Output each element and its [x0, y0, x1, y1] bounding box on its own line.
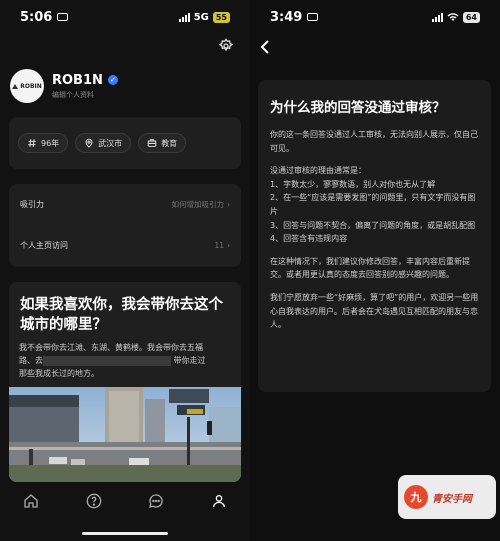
tag-age-label: 96年	[41, 138, 60, 148]
redacted-block	[43, 355, 171, 366]
answer-question-title: 如果我喜欢你，我会带你去这个城市的哪里？	[20, 296, 223, 333]
answer-line-start: 路、去	[19, 356, 43, 365]
reason-item: 1、字数太少，寥寥数语，别人对你也无从了解	[270, 179, 436, 189]
status-bar: 5:06 5G 55	[0, 0, 250, 34]
answer-card[interactable]: 如果我喜欢你，我会带你去这个城市的哪里？ 我不会带你去江滩、东湖、黄鹤楼。我会带…	[9, 282, 241, 482]
network-type: 5G	[193, 11, 209, 23]
reason-item: 2、在一些“应该是需要发图”的问题里，只有文字而没有图片	[270, 193, 476, 216]
chevron-right-icon: ›	[227, 241, 230, 250]
menu-item-label: 吸引力	[20, 200, 44, 209]
avatar-logo-icon	[12, 83, 19, 89]
notice-closing: 我们宁愿放弃一些“好麻烦，算了吧”的用户，欢迎另一些用心自我表达的用户。后者会在…	[270, 292, 479, 330]
notice-advice: 在这种情况下，我们建议你修改回答，丰富内容后重新提交。或者用更认真的态度去回答别…	[270, 256, 470, 280]
edit-profile-link[interactable]: 编辑个人资料	[52, 90, 118, 100]
status-icons: 64	[431, 11, 480, 23]
menu-item-value: 11 ›	[214, 241, 230, 250]
battery-icon: 64	[462, 11, 480, 23]
city-photo	[9, 387, 241, 482]
tag-job-label: 教育	[161, 138, 178, 148]
notice-intro: 你的这一条回答没通过人工审核，无法向别人展示，仅自己可见。	[270, 130, 478, 153]
site-watermark: 九 青安手网	[398, 475, 496, 519]
answer-line-end: 带你走过	[173, 356, 206, 365]
settings-gear-icon[interactable]	[218, 38, 234, 54]
menu-item-attraction[interactable]: 吸引力 如何增加吸引力 ›	[9, 184, 241, 225]
briefcase-icon	[147, 139, 157, 147]
review-notice-screen: 3:49 64 为什么我的回答没通过审核？ 你的这一条回答没通过人工审核，无法向…	[250, 0, 500, 541]
hashtag-icon	[28, 139, 36, 147]
status-time-group: 3:49	[270, 9, 319, 25]
menu-item-label: 个人主页访问	[20, 241, 68, 250]
notice-title: 为什么我的回答没通过审核？	[270, 100, 446, 116]
battery-icon: 55	[212, 11, 230, 23]
status-time: 3:49	[270, 9, 303, 25]
verified-check-icon: ✓	[107, 75, 118, 85]
tag-age: 96年	[18, 133, 69, 153]
signal-icon	[178, 12, 190, 22]
visit-count: 11	[214, 241, 224, 250]
back-arrow-icon[interactable]	[258, 38, 272, 56]
answer-line: 路、去 带你走过	[19, 354, 231, 367]
watermark-text: 青安手网	[432, 493, 472, 505]
avatar[interactable]: ROBIN	[10, 69, 44, 103]
status-icons: 5G 55	[178, 11, 230, 23]
reason-item: 3、回答与问题不契合，偏离了问题的角度，或是胡乱配图	[270, 220, 476, 230]
profile-screen: 5:06 5G 55 ROBIN ROB1N ✓ 编辑个人资料 96年 武汉市 …	[0, 0, 250, 541]
signal-icon	[431, 12, 443, 22]
reasons-title: 没通过审核的理由通常是：	[270, 166, 366, 176]
profile-header[interactable]: ROBIN ROB1N ✓ 编辑个人资料	[10, 66, 240, 106]
home-indicator[interactable]	[82, 532, 168, 535]
answer-line: 那些我成长过的地方。	[19, 369, 99, 378]
chevron-right-icon: ›	[227, 200, 230, 209]
tag-city-label: 武汉市	[98, 138, 123, 148]
home-icon[interactable]	[23, 493, 39, 509]
notice-reasons: 没通过审核的理由通常是： 1、字数太少，寥寥数语，别人对你也无从了解 2、在一些…	[270, 164, 479, 246]
answer-line: 我不会带你去江滩、东湖、黄鹤楼。我会带你去五福	[19, 343, 203, 352]
question-icon[interactable]	[86, 493, 102, 509]
profile-menu-card: 吸引力 如何增加吸引力 › 个人主页访问 11 ›	[9, 184, 241, 267]
work-profile-icon	[57, 13, 69, 21]
profile-info: ROB1N ✓ 编辑个人资料	[52, 73, 118, 100]
reason-item: 4、回答含有违规内容	[270, 234, 348, 244]
menu-item-visits[interactable]: 个人主页访问 11 ›	[9, 225, 241, 266]
tag-job: 教育	[138, 133, 187, 153]
tag-city: 武汉市	[75, 133, 132, 153]
status-time: 5:06	[20, 9, 53, 25]
avatar-text: ROBIN	[20, 82, 42, 90]
location-pin-icon	[85, 138, 93, 148]
status-time-group: 5:06	[20, 9, 69, 25]
profile-icon[interactable]	[211, 493, 227, 509]
work-profile-icon	[307, 13, 319, 21]
answer-text: 我不会带你去江滩、东湖、黄鹤楼。我会带你去五福 路、去 带你走过 那些我成长过的…	[9, 335, 241, 380]
profile-name: ROB1N	[52, 72, 103, 88]
watermark-logo: 九	[404, 485, 428, 509]
wifi-icon	[447, 13, 459, 21]
review-notice-card: 为什么我的回答没通过审核？ 你的这一条回答没通过人工审核，无法向别人展示，仅自己…	[258, 80, 491, 392]
attraction-hint: 如何增加吸引力	[171, 200, 225, 209]
menu-item-value: 如何增加吸引力 ›	[172, 199, 231, 210]
status-bar: 3:49 64	[250, 0, 500, 34]
chat-icon[interactable]	[148, 493, 164, 509]
profile-tags-card: 96年 武汉市 教育	[9, 117, 241, 169]
